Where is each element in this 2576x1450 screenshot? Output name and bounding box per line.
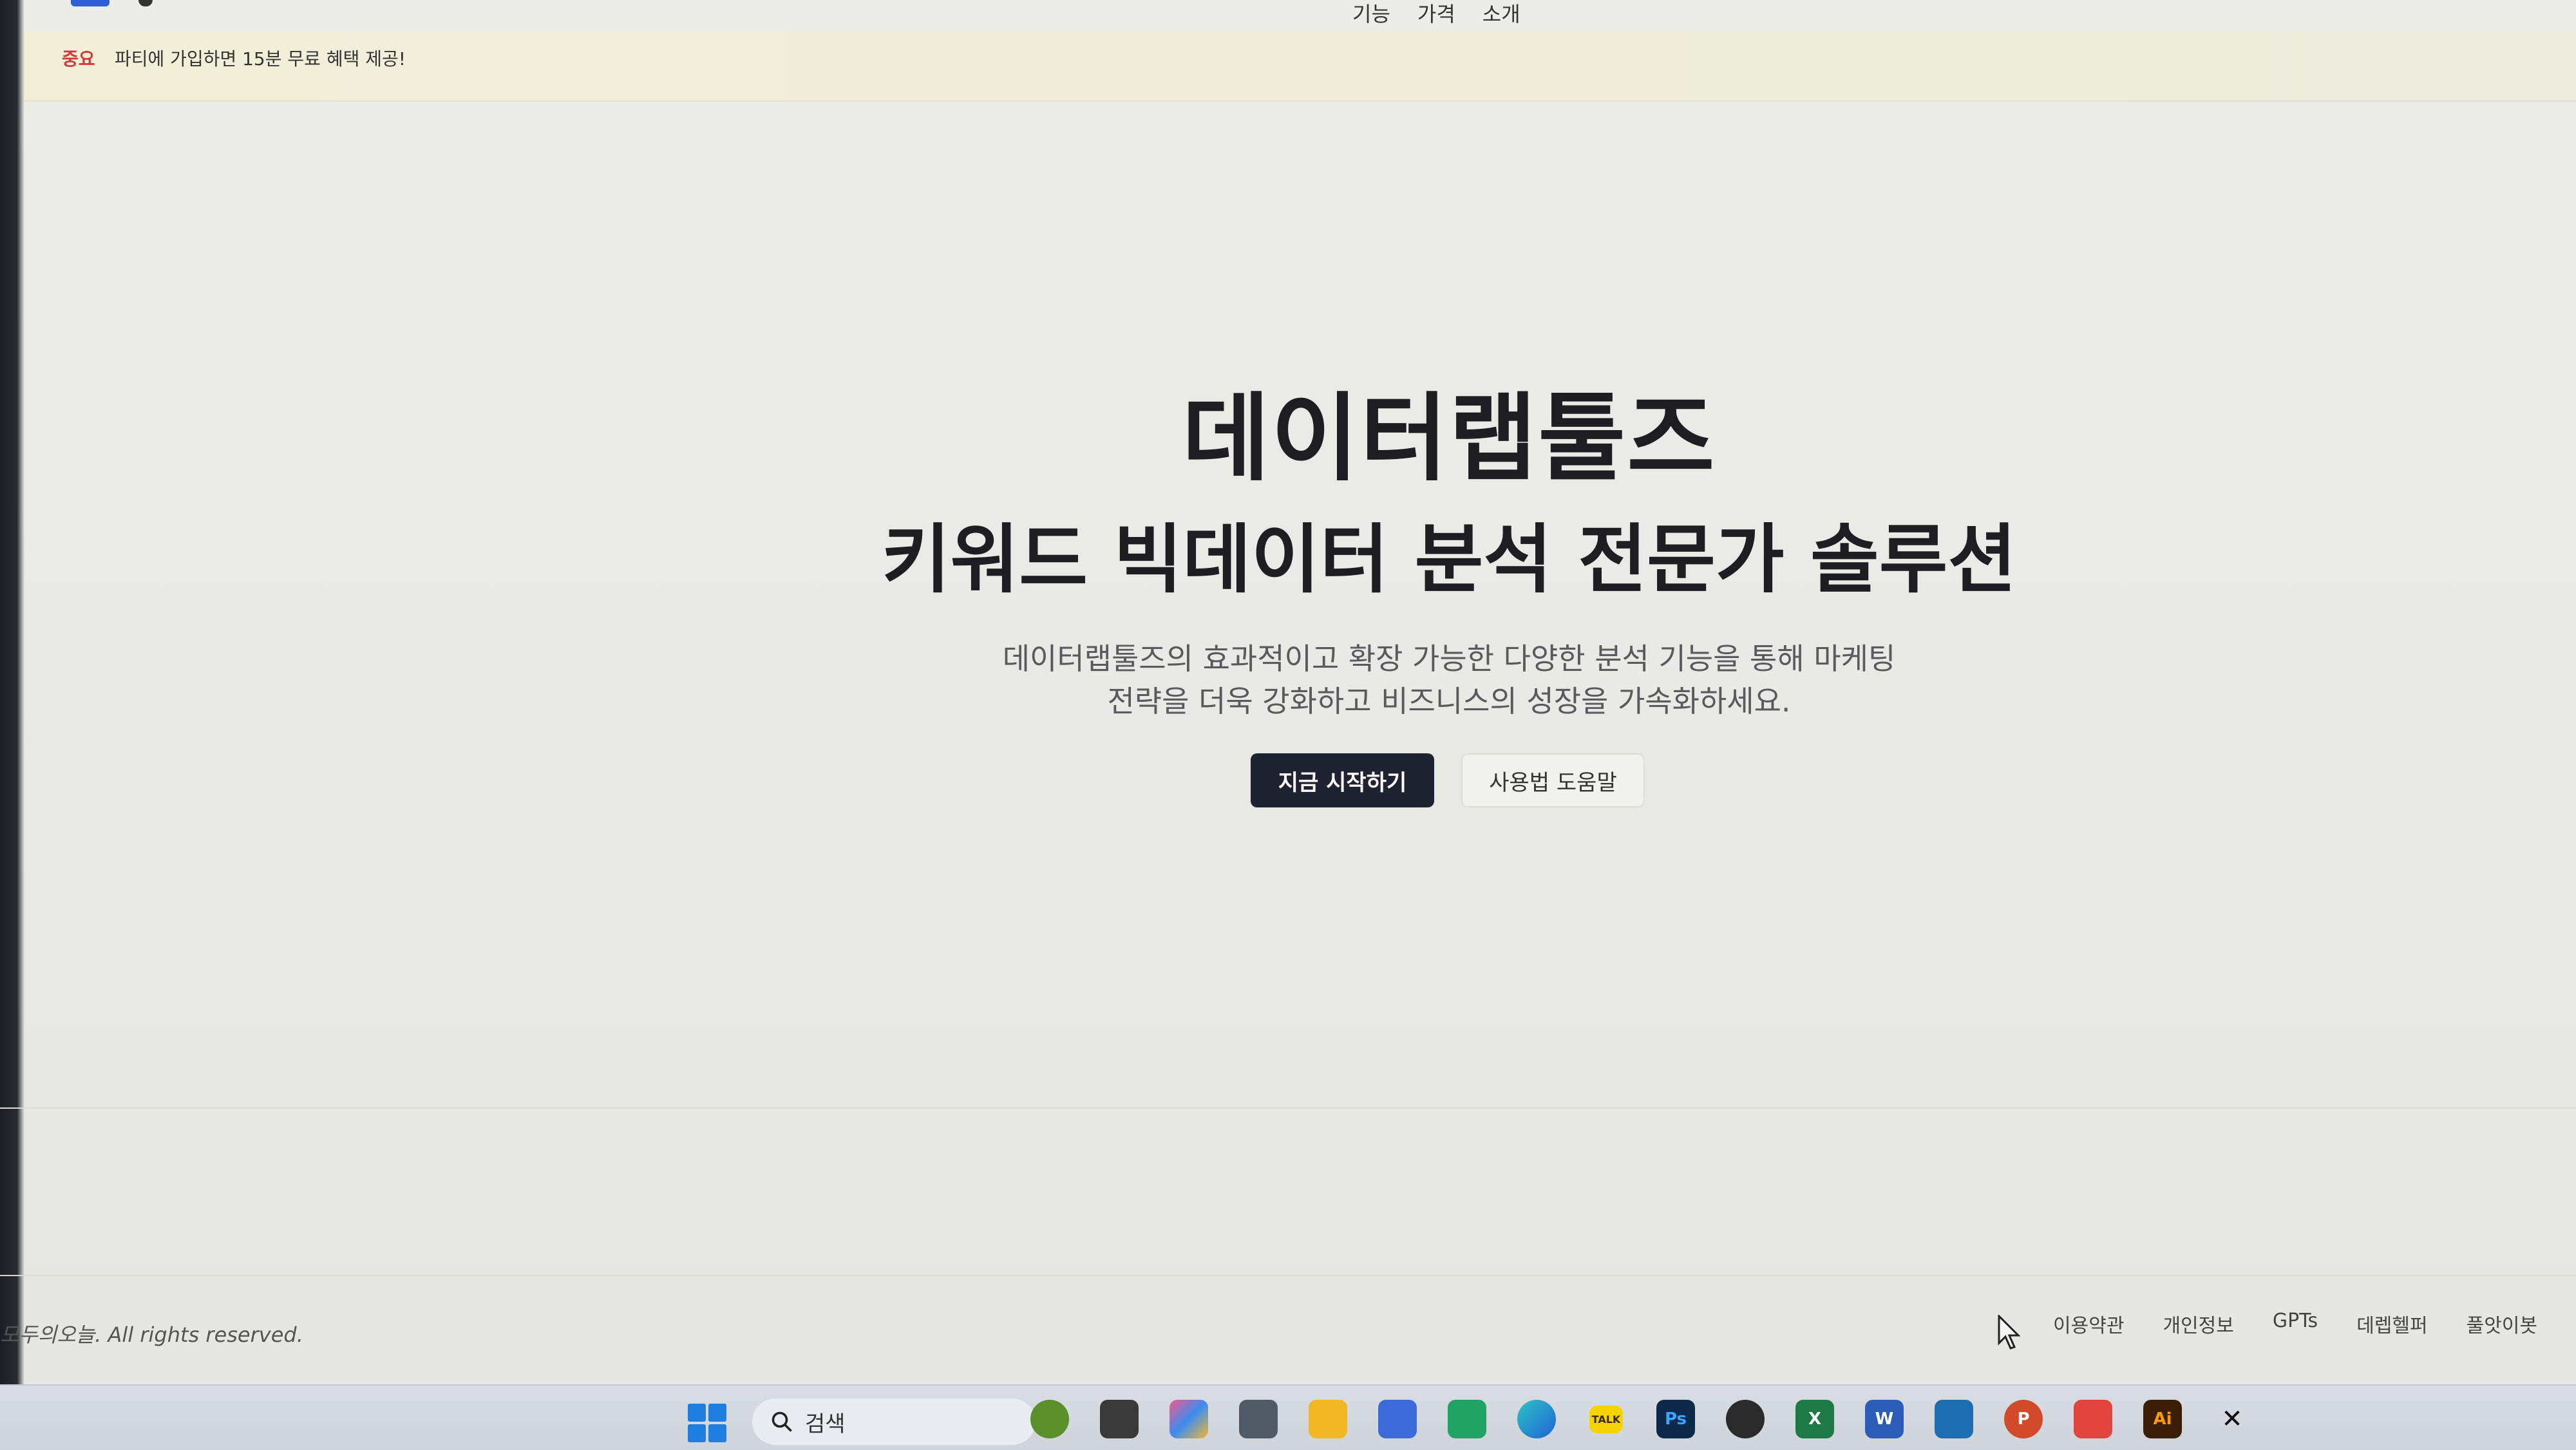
hero-description-line-2: 전략을 더욱 강화하고 비즈니스의 성장을 가속화하세요.: [1107, 684, 1791, 719]
footer-link-terms[interactable]: 이용약관: [2053, 1310, 2124, 1338]
footer-link-bot[interactable]: 풀앗이봇: [2467, 1310, 2537, 1338]
hero-title: 데이터랩툴즈: [1182, 383, 1716, 494]
creative-cloud-icon[interactable]: [2074, 1400, 2112, 1438]
search-placeholder: 검색: [805, 1411, 846, 1437]
word-label: W: [1875, 1409, 1894, 1429]
hero-subtitle: 키워드 빅데이터 분석 전문가 솔루션: [881, 516, 2017, 603]
capcut-icon[interactable]: ✕: [2213, 1400, 2251, 1438]
excel-label: X: [1808, 1409, 1822, 1429]
section-divider: [0, 1107, 2576, 1109]
kakaotalk-icon[interactable]: TALK: [1587, 1400, 1625, 1438]
widget-app-icon[interactable]: [1030, 1400, 1069, 1438]
footer-link-gpts[interactable]: GPTs: [2273, 1310, 2318, 1338]
nav-links: 기능 가격 소개: [1352, 0, 1520, 28]
nav-link-features[interactable]: 기능: [1352, 0, 1390, 28]
start-now-button[interactable]: 지금 시작하기: [1251, 753, 1434, 807]
footer-copyright: 모두의오늘. All rights reserved.: [0, 1323, 303, 1347]
upload-app-icon[interactable]: [1935, 1400, 1973, 1438]
illustrator-icon[interactable]: Ai: [2143, 1400, 2182, 1438]
photoshop-icon[interactable]: Ps: [1656, 1400, 1695, 1438]
powerpoint-label: P: [2017, 1409, 2030, 1429]
mouse-cursor-icon: [1998, 1315, 2021, 1350]
banner-text[interactable]: 파티에 가입하면 15분 무료 혜택 제공!: [115, 45, 406, 71]
top-navigation: 기능 가격 소개: [0, 0, 2576, 31]
nav-link-about[interactable]: 소개: [1482, 0, 1520, 28]
copilot-icon[interactable]: [1170, 1400, 1208, 1438]
photoshop-label: Ps: [1664, 1409, 1687, 1429]
taskbar: 검색 TALK Ps X W P Ai ✕: [0, 1384, 2576, 1450]
kakaotalk-label: TALK: [1589, 1405, 1624, 1433]
help-guide-button[interactable]: 사용법 도움말: [1461, 753, 1645, 807]
nav-link-pricing[interactable]: 가격: [1417, 0, 1455, 28]
site-logo-icon[interactable]: [71, 0, 109, 6]
task-view-icon[interactable]: [1100, 1400, 1139, 1438]
calculator-icon[interactable]: [1239, 1400, 1278, 1438]
logo-mark-icon: [138, 0, 153, 6]
banner-badge: 중요: [62, 48, 95, 70]
notepad-icon[interactable]: [1378, 1400, 1417, 1438]
store-app-icon[interactable]: [1448, 1400, 1486, 1438]
taskbar-apps: TALK Ps X W P Ai ✕: [1030, 1400, 2251, 1438]
windows-start-icon[interactable]: [688, 1404, 726, 1442]
file-explorer-icon[interactable]: [1309, 1400, 1347, 1438]
cta-row: 지금 시작하기 사용법 도움말: [1251, 753, 1645, 807]
footer-divider: [0, 1275, 2576, 1276]
footer-links: 이용약관 개인정보 GPTs 데렙헬퍼 풀앗이봇: [2053, 1310, 2537, 1338]
powerpoint-icon[interactable]: P: [2004, 1400, 2043, 1438]
announcement-banner: 중요 파티에 가입하면 15분 무료 혜택 제공!: [24, 31, 2576, 102]
obs-recorder-icon[interactable]: [1726, 1400, 1765, 1438]
hero-description: 데이터랩툴즈의 효과적이고 확장 가능한 다양한 분석 기능을 통해 마케팅 전…: [837, 637, 2061, 722]
footer-link-helper[interactable]: 데렙헬퍼: [2356, 1310, 2427, 1338]
edge-browser-icon[interactable]: [1517, 1400, 1556, 1438]
footer-link-privacy[interactable]: 개인정보: [2163, 1310, 2233, 1338]
illustrator-label: Ai: [2153, 1409, 2172, 1429]
excel-icon[interactable]: X: [1795, 1400, 1834, 1438]
screen: 기능 가격 소개 중요 파티에 가입하면 15분 무료 혜택 제공! 데이터랩툴…: [0, 0, 2576, 1450]
hero-description-line-1: 데이터랩툴즈의 효과적이고 확장 가능한 다양한 분석 기능을 통해 마케팅: [1002, 641, 1896, 676]
search-icon: [772, 1411, 792, 1432]
word-icon[interactable]: W: [1865, 1400, 1904, 1438]
monitor-bezel: [0, 0, 24, 1450]
taskbar-search[interactable]: 검색: [752, 1398, 1036, 1445]
